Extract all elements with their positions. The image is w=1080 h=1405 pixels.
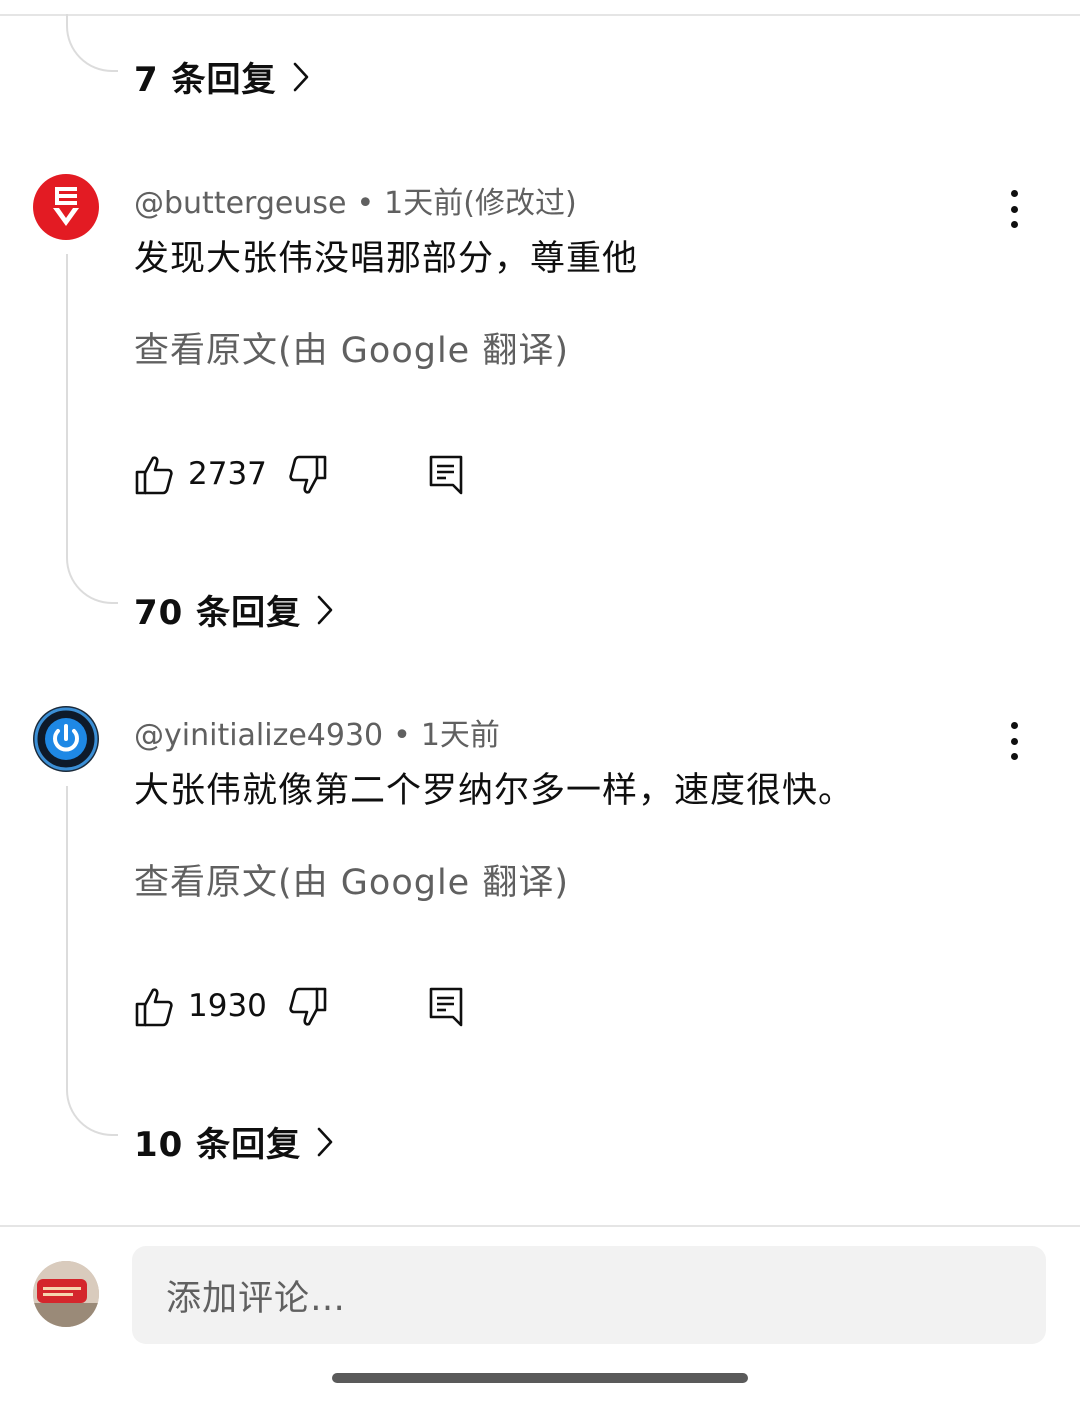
reply-comment-icon xyxy=(429,455,463,495)
avatar[interactable] xyxy=(33,706,99,772)
thread-line xyxy=(66,254,68,546)
like-button[interactable] xyxy=(134,986,174,1032)
reply-button[interactable] xyxy=(428,986,464,1032)
comment-meta: @yinitialize4930 • 1天前 xyxy=(134,710,500,754)
chevron-right-icon xyxy=(317,595,333,625)
thread-line xyxy=(66,786,68,1078)
replies-label: 7 条回复 xyxy=(134,60,277,100)
power-button-icon xyxy=(34,707,98,771)
add-comment-input[interactable]: 添加评论… xyxy=(132,1246,1046,1344)
dislike-button[interactable] xyxy=(288,454,328,500)
comment-text: 发现大张伟没唱那部分，尊重他 xyxy=(134,239,639,279)
current-user-avatar[interactable] xyxy=(33,1261,99,1327)
thumbs-up-icon xyxy=(135,456,173,495)
comment-author[interactable]: @buttergeuse xyxy=(134,186,346,221)
chevron-right-icon xyxy=(293,62,309,92)
avatar[interactable] xyxy=(33,174,99,240)
comment-actions: 1930 xyxy=(134,986,534,1030)
replies-label: 10 条回复 xyxy=(134,1125,302,1165)
comment-text: 大张伟就像第二个罗纳尔多一样，速度很快。 xyxy=(134,771,855,811)
reply-comment-icon xyxy=(429,987,463,1027)
comment-author[interactable]: @yinitialize4930 xyxy=(134,718,383,753)
meta-separator: • xyxy=(356,186,375,221)
translate-link[interactable]: 查看原文(由 Google 翻译) xyxy=(134,854,569,905)
thread-connector xyxy=(66,1078,118,1136)
dislike-button[interactable] xyxy=(288,986,328,1032)
translate-link[interactable]: 查看原文(由 Google 翻译) xyxy=(134,322,569,373)
meta-separator: • xyxy=(393,718,411,753)
thumbs-down-icon xyxy=(289,455,327,494)
top-divider xyxy=(0,14,1080,16)
user-photo-icon xyxy=(33,1261,99,1327)
more-options-button[interactable] xyxy=(999,718,1029,764)
view-replies-button[interactable]: 10 条回复 xyxy=(134,1117,333,1166)
thumbs-up-icon xyxy=(135,988,173,1027)
comment-meta: @buttergeuse • 1天前(修改过) xyxy=(134,178,577,222)
home-indicator[interactable] xyxy=(332,1373,748,1383)
reply-button[interactable] xyxy=(428,454,464,500)
like-count: 2737 xyxy=(188,456,267,492)
chevron-right-icon xyxy=(317,1127,333,1157)
thumbs-down-icon xyxy=(289,987,327,1026)
like-button[interactable] xyxy=(134,454,174,500)
thread-connector xyxy=(66,14,118,72)
view-replies-button[interactable]: 70 条回复 xyxy=(134,585,333,634)
comment-time: 1天前(修改过) xyxy=(384,186,577,221)
thread-connector xyxy=(66,546,118,604)
add-comment-placeholder: 添加评论… xyxy=(166,1278,347,1319)
comment-actions: 2737 xyxy=(134,454,534,498)
like-count: 1930 xyxy=(188,988,267,1024)
view-replies-button[interactable]: 7 条回复 xyxy=(134,52,309,101)
comment-time: 1天前 xyxy=(420,718,500,753)
red-circle-logo-icon xyxy=(53,187,79,226)
more-options-button[interactable] xyxy=(999,186,1029,232)
replies-label: 70 条回复 xyxy=(134,593,302,633)
composer-divider xyxy=(0,1225,1080,1227)
